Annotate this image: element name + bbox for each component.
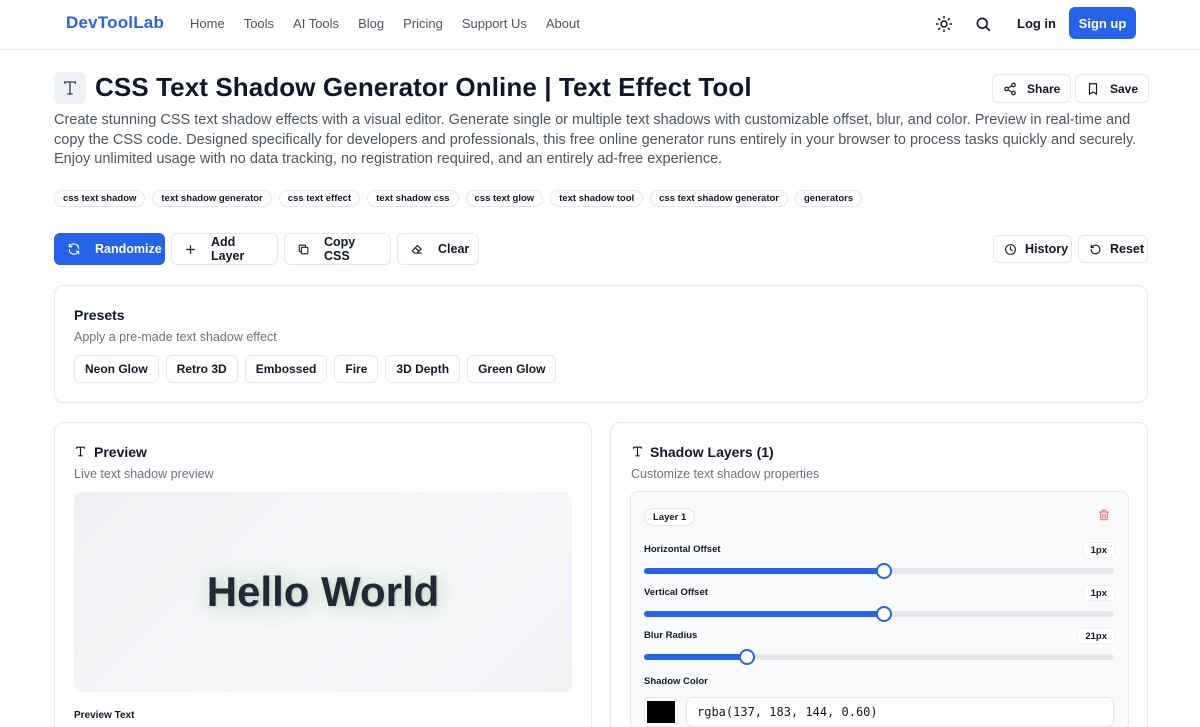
clear-button[interactable]: Clear [397, 233, 479, 265]
reset-icon [1089, 243, 1102, 256]
blur-radius-label: Blur Radius [644, 630, 698, 641]
slider-thumb[interactable] [876, 563, 892, 579]
preset-list: Neon Glow Retro 3D Embossed Fire 3D Dept… [74, 355, 557, 383]
presets-subtitle: Apply a pre-made text shadow effect [74, 330, 277, 344]
presets-card: Presets Apply a pre-made text shadow eff… [54, 285, 1148, 403]
slider-fill [644, 654, 747, 660]
nav-link-blog[interactable]: Blog [358, 16, 384, 31]
copy-css-button[interactable]: Copy CSS [284, 233, 391, 265]
tag[interactable]: text shadow css [367, 190, 459, 207]
share-label: Share [1027, 81, 1061, 96]
slider-fill [644, 568, 884, 574]
nav-link-pricing[interactable]: Pricing [403, 16, 443, 31]
nav-link-about[interactable]: About [546, 16, 580, 31]
eraser-icon [410, 242, 424, 256]
top-nav: DevToolLab Home Tools AI Tools Blog Pric… [0, 0, 1200, 50]
horizontal-offset-value: 1px [1082, 542, 1115, 558]
preview-title: Preview [94, 444, 147, 460]
plus-icon [184, 243, 197, 256]
nav-link-support-us[interactable]: Support Us [462, 16, 527, 31]
horizontal-offset-label: Horizontal Offset [644, 544, 721, 555]
vertical-offset-slider[interactable] [644, 606, 1114, 622]
slider-fill [644, 611, 884, 617]
page-description: Create stunning CSS text shadow effects … [54, 112, 1137, 167]
presets-title: Presets [74, 307, 125, 323]
blur-radius-slider[interactable] [644, 649, 1114, 665]
nav-link-ai-tools[interactable]: AI Tools [293, 16, 339, 31]
preview-text: Hello World [206, 568, 440, 615]
text-icon [54, 72, 86, 104]
preset-3d-depth[interactable]: 3D Depth [385, 355, 461, 383]
nav-link-home[interactable]: Home [190, 16, 225, 31]
history-label: History [1025, 242, 1069, 256]
save-label: Save [1110, 81, 1139, 96]
sun-icon[interactable] [935, 15, 953, 33]
tag-list: css text shadow text shadow generator cs… [54, 190, 863, 207]
vertical-offset-value: 1px [1082, 585, 1115, 601]
preview-subtitle: Live text shadow preview [74, 467, 214, 481]
clear-label: Clear [438, 242, 470, 256]
preview-card: Preview Live text shadow preview Hello W… [54, 422, 592, 727]
preset-retro-3d[interactable]: Retro 3D [165, 355, 238, 383]
shadow-color-input[interactable]: rgba(137, 183, 144, 0.60) [686, 697, 1114, 727]
nav-link-tools[interactable]: Tools [244, 16, 274, 31]
preset-fire[interactable]: Fire [334, 355, 379, 383]
signup-button[interactable]: Sign up [1069, 7, 1136, 39]
shadow-layers-card: Shadow Layers (1) Customize text shadow … [610, 422, 1148, 727]
shadow-layers-title: Shadow Layers (1) [650, 444, 774, 460]
tag[interactable]: text shadow tool [550, 190, 644, 207]
slider-thumb[interactable] [739, 649, 755, 665]
tag[interactable]: css text effect [278, 190, 361, 207]
preview-canvas: Hello World [74, 492, 572, 692]
save-button[interactable]: Save [1075, 74, 1150, 103]
reset-label: Reset [1110, 242, 1145, 256]
preview-text-label: Preview Text [74, 710, 135, 721]
tag[interactable]: generators [795, 190, 863, 207]
preset-neon-glow[interactable]: Neon Glow [74, 355, 159, 383]
randomize-label: Randomize [95, 242, 162, 256]
history-button[interactable]: History [993, 235, 1072, 263]
shadow-layers-subtitle: Customize text shadow properties [631, 467, 820, 481]
shadow-layer: Layer 1 Horizontal Offset 1px Vertical O… [630, 491, 1129, 727]
text-icon [74, 445, 87, 458]
text-icon [631, 445, 644, 458]
horizontal-offset-slider[interactable] [644, 563, 1114, 579]
nav-links: Home Tools AI Tools Blog Pricing Support… [190, 16, 599, 31]
share-button[interactable]: Share [992, 74, 1072, 103]
add-layer-label: Add Layer [211, 235, 245, 263]
layer-name-badge: Layer 1 [644, 508, 696, 526]
slider-thumb[interactable] [876, 606, 892, 622]
reset-button[interactable]: Reset [1078, 235, 1148, 263]
trash-icon[interactable] [1097, 508, 1111, 522]
vertical-offset-label: Vertical Offset [644, 587, 708, 598]
logo[interactable]: DevToolLab [66, 13, 164, 33]
color-swatch [647, 701, 675, 723]
refresh-icon [67, 242, 81, 256]
share-icon [1003, 82, 1017, 96]
blur-radius-value: 21px [1077, 628, 1115, 644]
clock-icon [1004, 243, 1017, 256]
page-title: CSS Text Shadow Generator Online | Text … [95, 72, 752, 102]
add-layer-button[interactable]: Add Layer [171, 233, 278, 265]
tag[interactable]: css text shadow [54, 190, 146, 207]
copy-icon [297, 243, 310, 256]
color-swatch-button[interactable] [644, 697, 678, 727]
copy-css-label: Copy CSS [324, 235, 356, 263]
tag[interactable]: css text glow [465, 190, 544, 207]
randomize-button[interactable]: Randomize [54, 233, 165, 265]
search-icon[interactable] [974, 15, 992, 33]
tag[interactable]: css text shadow generator [650, 190, 788, 207]
tag[interactable]: text shadow generator [152, 190, 272, 207]
preset-embossed[interactable]: Embossed [244, 355, 328, 383]
bookmark-icon [1086, 82, 1100, 96]
shadow-color-label: Shadow Color [644, 676, 708, 687]
preset-green-glow[interactable]: Green Glow [467, 355, 557, 383]
login-button[interactable]: Log in [1017, 16, 1056, 31]
